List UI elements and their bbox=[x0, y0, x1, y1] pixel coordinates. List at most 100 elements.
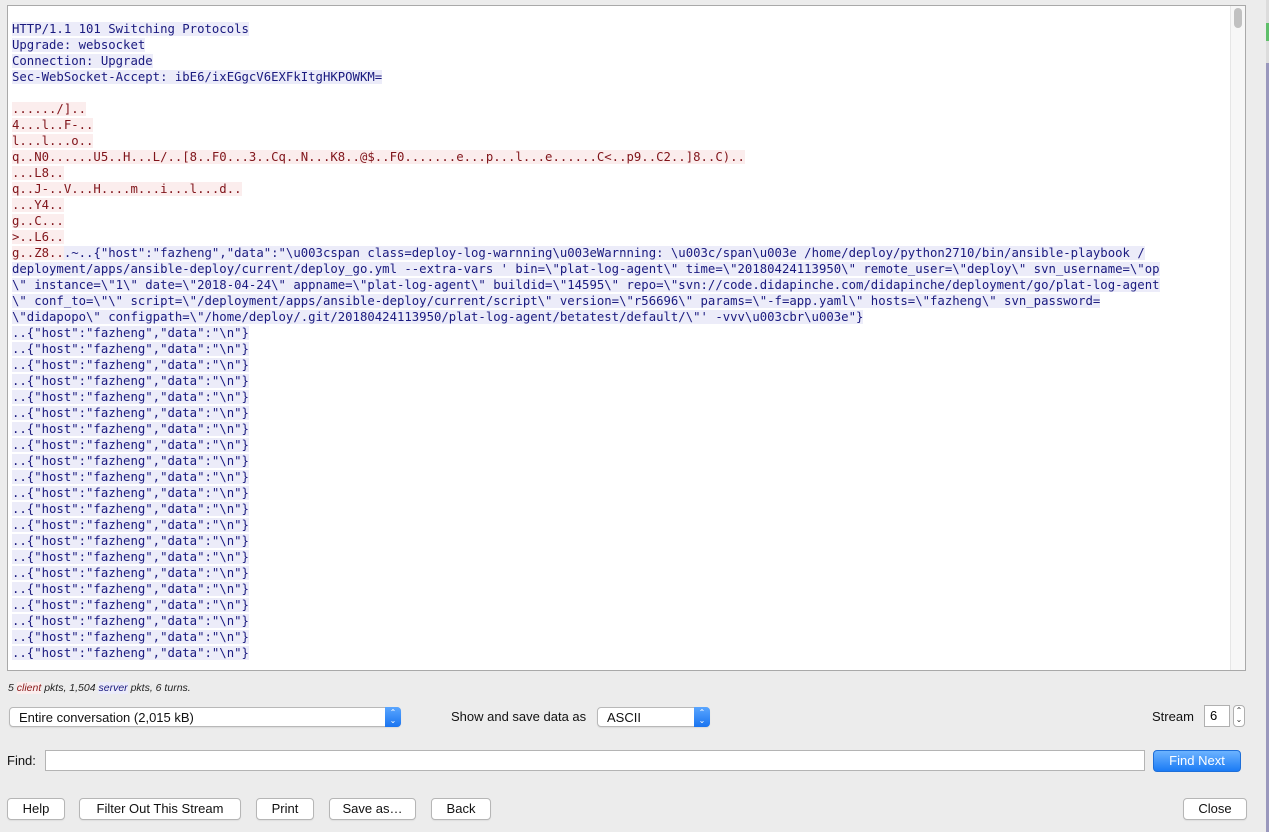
server-line: ..{"host":"fazheng","data":"\n"} bbox=[12, 565, 1225, 581]
server-text: deployment/apps/ansible-deploy/current/d… bbox=[12, 262, 1160, 276]
scrollbar-thumb[interactable] bbox=[1234, 8, 1242, 28]
server-line: ..{"host":"fazheng","data":"\n"} bbox=[12, 405, 1225, 421]
server-line: HTTP/1.1 101 Switching Protocols bbox=[12, 21, 1225, 37]
client-line: ....../].. bbox=[12, 101, 1225, 117]
server-text: ..{"host":"fazheng","data":"\n"} bbox=[12, 438, 249, 452]
stepper-down-icon[interactable]: ⌄ bbox=[1234, 715, 1244, 724]
server-line: ..{"host":"fazheng","data":"\n"} bbox=[12, 469, 1225, 485]
show-save-label: Show and save data as bbox=[451, 709, 587, 724]
server-line: \" instance=\"1\" date=\"2018-04-24\" ap… bbox=[12, 277, 1225, 293]
server-line: deployment/apps/ansible-deploy/current/d… bbox=[12, 261, 1225, 277]
conversation-select[interactable]: Entire conversation (2,015 kB) ⌃ ⌄ bbox=[9, 707, 401, 727]
stream-label: Stream bbox=[1152, 709, 1194, 724]
stream-line: g..Z8...~..{"host":"fazheng","data":"\u0… bbox=[12, 245, 1225, 261]
server-text: ..{"host":"fazheng","data":"\n"} bbox=[12, 326, 249, 340]
help-button[interactable]: Help bbox=[7, 798, 65, 820]
back-button[interactable]: Back bbox=[431, 798, 491, 820]
server-text: ..{"host":"fazheng","data":"\n"} bbox=[12, 486, 249, 500]
server-text: Connection: Upgrade bbox=[12, 54, 153, 68]
stream-summary: 5 client pkts, 1,504 server pkts, 6 turn… bbox=[8, 682, 191, 694]
server-text: \"didapopo\" configpath=\"/home/deploy/.… bbox=[12, 310, 864, 324]
server-text: ..{"host":"fazheng","data":"\n"} bbox=[12, 502, 249, 516]
format-select[interactable]: ASCII ⌃ ⌄ bbox=[597, 707, 710, 727]
client-text: q..N0......U5..H...L/..[8..F0...3..Cq..N… bbox=[12, 150, 745, 164]
server-text: ..{"host":"fazheng","data":"\n"} bbox=[12, 342, 249, 356]
summary-middle: pkts, 1,504 bbox=[41, 682, 99, 694]
server-label: server bbox=[98, 682, 128, 694]
server-text: ..{"host":"fazheng","data":"\n"} bbox=[12, 454, 249, 468]
server-line: ..{"host":"fazheng","data":"\n"} bbox=[12, 453, 1225, 469]
server-line: \"didapopo\" configpath=\"/home/deploy/.… bbox=[12, 309, 1225, 325]
save-as-button[interactable]: Save as… bbox=[329, 798, 416, 820]
stepper-up-icon[interactable]: ⌃ bbox=[1234, 706, 1244, 715]
client-text: >..L6.. bbox=[12, 230, 64, 244]
server-text: ..{"host":"fazheng","data":"\n"} bbox=[12, 582, 249, 596]
server-text: ..{"host":"fazheng","data":"\n"} bbox=[12, 550, 249, 564]
server-text: ..{"host":"fazheng","data":"\n"} bbox=[12, 566, 249, 580]
server-line: ..{"host":"fazheng","data":"\n"} bbox=[12, 613, 1225, 629]
server-text: ..{"host":"fazheng","data":"\n"} bbox=[12, 646, 249, 660]
find-next-button[interactable]: Find Next bbox=[1153, 750, 1241, 772]
client-line: 4...l..F-.. bbox=[12, 117, 1225, 133]
chevron-updown-icon: ⌃ ⌄ bbox=[385, 707, 401, 727]
print-button[interactable]: Print bbox=[256, 798, 314, 820]
server-line: ..{"host":"fazheng","data":"\n"} bbox=[12, 325, 1225, 341]
server-text: ..{"host":"fazheng","data":"\n"} bbox=[12, 630, 249, 644]
server-line: ..{"host":"fazheng","data":"\n"} bbox=[12, 517, 1225, 533]
client-text: ...L8.. bbox=[12, 166, 64, 180]
server-text: ..{"host":"fazheng","data":"\n"} bbox=[12, 534, 249, 548]
stream-number-input[interactable]: 6 bbox=[1204, 705, 1230, 727]
server-line: ..{"host":"fazheng","data":"\n"} bbox=[12, 373, 1225, 389]
server-text: ..{"host":"fazheng","data":"\n"} bbox=[12, 614, 249, 628]
server-text: ..{"host":"fazheng","data":"\n"} bbox=[12, 390, 249, 404]
client-line: l...l...o.. bbox=[12, 133, 1225, 149]
stream-stepper[interactable]: ⌃ ⌄ bbox=[1233, 705, 1245, 727]
client-line: ...Y4.. bbox=[12, 197, 1225, 213]
server-line: Upgrade: websocket bbox=[12, 37, 1225, 53]
server-line: ..{"host":"fazheng","data":"\n"} bbox=[12, 421, 1225, 437]
server-line: ..{"host":"fazheng","data":"\n"} bbox=[12, 629, 1225, 645]
server-line: ..{"host":"fazheng","data":"\n"} bbox=[12, 437, 1225, 453]
server-text: ..{"host":"fazheng","data":"\n"} bbox=[12, 518, 249, 532]
server-line: ..{"host":"fazheng","data":"\n"} bbox=[12, 485, 1225, 501]
client-text: q..J-..V...H....m...i...l...d.. bbox=[12, 182, 242, 196]
server-line: ..{"host":"fazheng","data":"\n"} bbox=[12, 389, 1225, 405]
server-line: ..{"host":"fazheng","data":"\n"} bbox=[12, 533, 1225, 549]
server-line: ..{"host":"fazheng","data":"\n"} bbox=[12, 645, 1225, 661]
server-text: ..{"host":"fazheng","data":"\n"} bbox=[12, 358, 249, 372]
server-text: Sec-WebSocket-Accept: ibE6/ixEGgcV6EXFkI… bbox=[12, 70, 383, 84]
client-label: client bbox=[16, 682, 42, 694]
server-line: ..{"host":"fazheng","data":"\n"} bbox=[12, 549, 1225, 565]
server-text: \" instance=\"1\" date=\"2018-04-24\" ap… bbox=[12, 278, 1160, 292]
client-line: g..C... bbox=[12, 213, 1225, 229]
server-text: Upgrade: websocket bbox=[12, 38, 146, 52]
server-segment: .~..{"host":"fazheng","data":"\u003cspan… bbox=[63, 246, 1145, 260]
client-text: ...Y4.. bbox=[12, 198, 64, 212]
client-line: ...L8.. bbox=[12, 165, 1225, 181]
server-line: \" conf_to=\"\" script=\"/deployment/app… bbox=[12, 293, 1225, 309]
close-button[interactable]: Close bbox=[1183, 798, 1247, 820]
server-line: ..{"host":"fazheng","data":"\n"} bbox=[12, 581, 1225, 597]
client-line: >..L6.. bbox=[12, 229, 1225, 245]
client-packet-count: 5 bbox=[8, 682, 14, 694]
server-line: Sec-WebSocket-Accept: ibE6/ixEGgcV6EXFkI… bbox=[12, 69, 1225, 85]
server-text: ..{"host":"fazheng","data":"\n"} bbox=[12, 470, 249, 484]
vertical-scrollbar[interactable] bbox=[1230, 6, 1245, 670]
format-select-value: ASCII bbox=[607, 710, 641, 725]
summary-tail: pkts, 6 turns. bbox=[127, 682, 191, 694]
client-line: q..N0......U5..H...L/..[8..F0...3..Cq..N… bbox=[12, 149, 1225, 165]
server-text: ..{"host":"fazheng","data":"\n"} bbox=[12, 598, 249, 612]
server-text: \" conf_to=\"\" script=\"/deployment/app… bbox=[12, 294, 1101, 308]
client-text: g..C... bbox=[12, 214, 64, 228]
filter-out-stream-button[interactable]: Filter Out This Stream bbox=[79, 798, 241, 820]
stream-text[interactable]: HTTP/1.1 101 Switching Protocols Upgrade:… bbox=[12, 21, 1225, 661]
stream-content-view[interactable]: HTTP/1.1 101 Switching Protocols Upgrade:… bbox=[7, 5, 1246, 671]
find-label: Find: bbox=[7, 753, 36, 768]
server-text: ..{"host":"fazheng","data":"\n"} bbox=[12, 406, 249, 420]
server-text: ..{"host":"fazheng","data":"\n"} bbox=[12, 422, 249, 436]
client-text: l...l...o.. bbox=[12, 134, 94, 148]
server-line: Connection: Upgrade bbox=[12, 53, 1225, 69]
find-input[interactable] bbox=[45, 750, 1145, 771]
server-line: ..{"host":"fazheng","data":"\n"} bbox=[12, 597, 1225, 613]
